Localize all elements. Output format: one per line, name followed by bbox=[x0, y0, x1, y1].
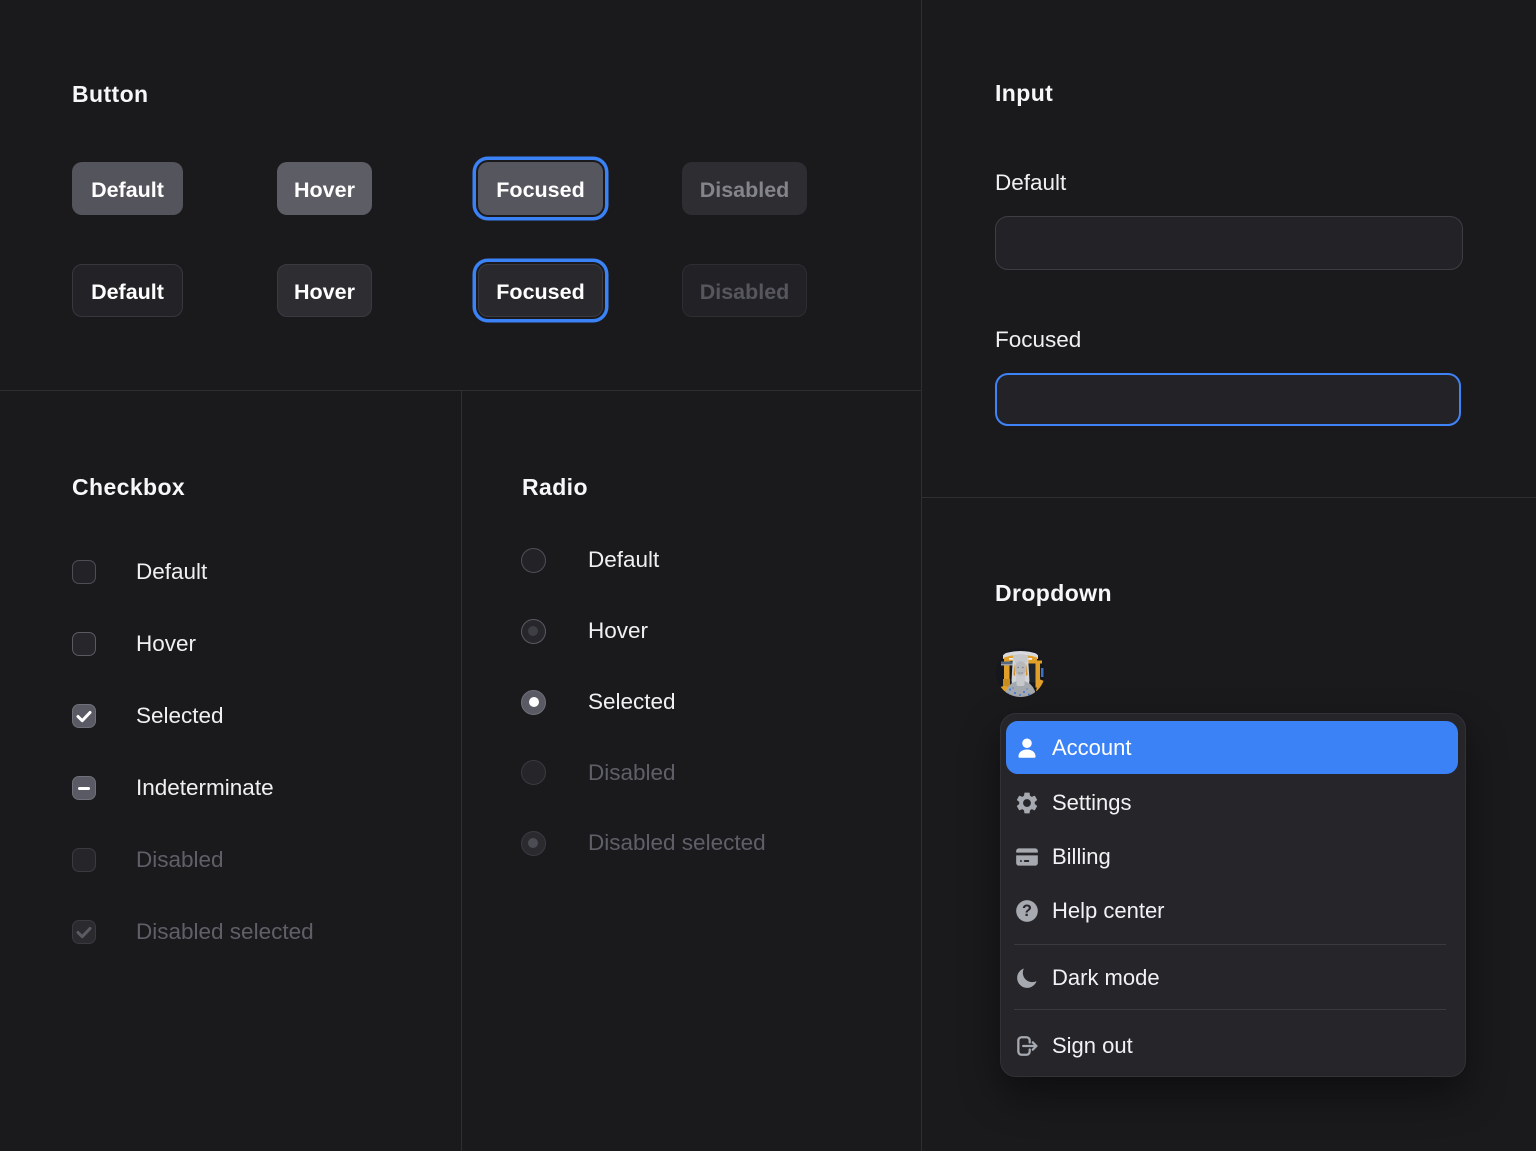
svg-text:?: ? bbox=[1022, 902, 1032, 920]
